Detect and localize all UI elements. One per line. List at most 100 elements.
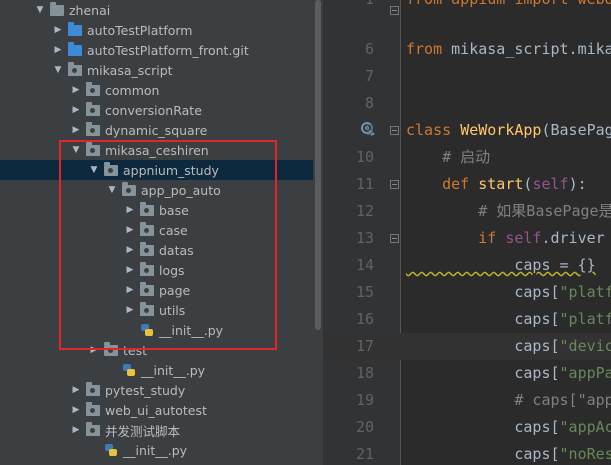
code-line[interactable]: 6 from mikasa_script.mikasa_ceshiren bbox=[324, 36, 611, 63]
code-line[interactable]: 7 bbox=[324, 63, 611, 90]
code-line[interactable]: 10 # 启动 bbox=[324, 144, 611, 171]
chevron-down-icon[interactable]: ▼ bbox=[34, 5, 46, 15]
tree-item-label: zhenai bbox=[69, 2, 111, 18]
fold-marker-icon[interactable] bbox=[390, 126, 399, 135]
tree-item[interactable]: ▶ 并发测试脚本 bbox=[0, 420, 313, 440]
code-text: caps["platformName" bbox=[406, 279, 611, 306]
code-token: caps[ bbox=[406, 418, 560, 436]
tree-item-label: dynamic_square bbox=[105, 122, 208, 138]
code-token: "appPackage" bbox=[559, 364, 611, 382]
fold-marker-icon[interactable] bbox=[390, 6, 399, 15]
fold-marker-icon[interactable] bbox=[390, 180, 399, 189]
folder-icon bbox=[50, 1, 64, 16]
tree-item-label: autoTestPlatform bbox=[87, 22, 193, 38]
line-number: 20 bbox=[355, 418, 374, 436]
chevron-right-icon[interactable]: ▶ bbox=[70, 85, 82, 95]
red-highlight-box bbox=[59, 140, 277, 350]
code-text: from mikasa_script.mikasa_ceshiren bbox=[406, 36, 611, 63]
tree-item[interactable]: ▶ autoTestPlatform bbox=[0, 20, 313, 40]
scrollbar-thumb[interactable] bbox=[315, 0, 321, 330]
tree-item[interactable]: ▶ dynamic_square bbox=[0, 120, 313, 140]
line-number: 14 bbox=[355, 256, 374, 274]
code-token: # caps["appActivity"] bbox=[514, 391, 611, 409]
chevron-right-icon[interactable]: ▶ bbox=[70, 405, 82, 415]
code-line[interactable]: 1 from appium import webdriver bbox=[324, 0, 611, 13]
tree-item[interactable]: ▼ zhenai bbox=[0, 0, 313, 20]
chevron-right-icon[interactable]: ▶ bbox=[52, 25, 64, 35]
code-line[interactable]: 16 caps["platformVersion" bbox=[324, 306, 611, 333]
chevron-right-icon[interactable]: ▶ bbox=[70, 105, 82, 115]
line-number: 13 bbox=[355, 229, 374, 247]
tree-item-label: __init__.py bbox=[141, 362, 206, 378]
code-text: caps["platformVersion" bbox=[406, 306, 611, 333]
code-token: "noReset" bbox=[559, 445, 611, 463]
package-folder-icon bbox=[68, 61, 82, 76]
tree-item-label: web_ui_autotest bbox=[105, 402, 207, 418]
code-line[interactable]: 19 # caps["appActivity"] bbox=[324, 387, 611, 414]
code-line[interactable]: 9 class WeWorkApp(BasePage): bbox=[324, 117, 611, 144]
tree-item[interactable]: ▶ pytest_study bbox=[0, 380, 313, 400]
line-number: 10 bbox=[355, 148, 374, 166]
code-token: "deviceName" bbox=[559, 337, 611, 355]
code-line[interactable]: 8 bbox=[324, 90, 611, 117]
code-text: class WeWorkApp(BasePage): bbox=[406, 117, 611, 144]
tree-item-label: __init__.py bbox=[123, 442, 188, 458]
code-line[interactable]: 21 caps["noReset" bbox=[324, 441, 611, 465]
tree-item[interactable]: ▶ web_ui_autotest bbox=[0, 400, 313, 420]
tree-item[interactable]: ▼ mikasa_script bbox=[0, 60, 313, 80]
tree-item[interactable]: __init__.py bbox=[0, 360, 313, 380]
chevron-right-icon[interactable]: ▶ bbox=[52, 45, 64, 55]
code-text: if self.driver == None: bbox=[406, 225, 611, 252]
code-token: WeWorkApp bbox=[460, 121, 542, 139]
tree-item[interactable]: ▶ autoTestPlatform_front.git bbox=[0, 40, 313, 60]
code-token: # 如果BasePage是空 bbox=[406, 202, 611, 220]
code-text: def start(self): bbox=[406, 171, 587, 198]
tree-item[interactable]: ▶ common bbox=[0, 80, 313, 100]
tree-item-label: 并发测试脚本 bbox=[105, 423, 181, 439]
line-number: 9 bbox=[364, 121, 374, 139]
code-editor[interactable]: 1 from appium import webdriver 6 from mikas… bbox=[324, 0, 611, 465]
code-token: from appium import webdriver bbox=[406, 0, 611, 8]
code-token: "platformVersion" bbox=[559, 310, 611, 328]
code-line[interactable]: 15 caps["platformName" bbox=[324, 279, 611, 306]
code-text: # caps["appActivity"] bbox=[406, 387, 611, 414]
code-line[interactable]: 20 caps["appActivity" bbox=[324, 414, 611, 441]
code-text: from appium import webdriver bbox=[406, 0, 611, 13]
line-number: 6 bbox=[364, 40, 374, 58]
project-scrollbar[interactable] bbox=[313, 0, 324, 465]
package-folder-icon bbox=[86, 401, 100, 416]
package-folder-icon bbox=[86, 81, 100, 96]
chevron-right-icon[interactable]: ▶ bbox=[70, 385, 82, 395]
line-number: 7 bbox=[364, 67, 374, 85]
code-text: caps["appPackage" bbox=[406, 360, 611, 387]
code-line[interactable]: 12 # 如果BasePage是空 bbox=[324, 198, 611, 225]
folder-icon bbox=[68, 41, 82, 56]
fold-marker-icon[interactable] bbox=[390, 234, 399, 243]
line-number: 12 bbox=[355, 202, 374, 220]
folder-icon bbox=[68, 21, 82, 36]
code-line[interactable]: 11 def start(self): bbox=[324, 171, 611, 198]
code-text: caps["appActivity" bbox=[406, 414, 611, 441]
chevron-right-icon[interactable]: ▶ bbox=[70, 125, 82, 135]
line-number: 17 bbox=[355, 337, 374, 355]
code-token: self bbox=[532, 175, 569, 193]
tree-item[interactable]: __init__.py bbox=[0, 440, 313, 460]
code-text: caps["noReset" bbox=[406, 441, 611, 465]
code-token: start bbox=[478, 175, 524, 193]
chevron-right-icon[interactable]: ▶ bbox=[70, 425, 82, 435]
code-line[interactable]: 18 caps["appPackage" bbox=[324, 360, 611, 387]
tree-item-label: common bbox=[105, 82, 160, 98]
package-folder-icon bbox=[86, 421, 100, 436]
tree-item-label: pytest_study bbox=[105, 382, 186, 398]
line-number: 21 bbox=[355, 445, 374, 463]
tree-item[interactable]: ▶ conversionRate bbox=[0, 100, 313, 120]
code-line[interactable]: 17 caps["deviceName" bbox=[324, 333, 611, 360]
code-text: caps = {} bbox=[406, 252, 596, 279]
code-line[interactable]: 13 if self.driver == None: bbox=[324, 225, 611, 252]
chevron-down-icon[interactable]: ▼ bbox=[52, 65, 64, 75]
code-line[interactable]: 14 caps = {} bbox=[324, 252, 611, 279]
code-token: mikasa_script.mikasa_ceshiren bbox=[451, 40, 611, 58]
code-token: caps = {} bbox=[406, 256, 596, 274]
code-text: # 如果BasePage是空 bbox=[406, 198, 611, 225]
